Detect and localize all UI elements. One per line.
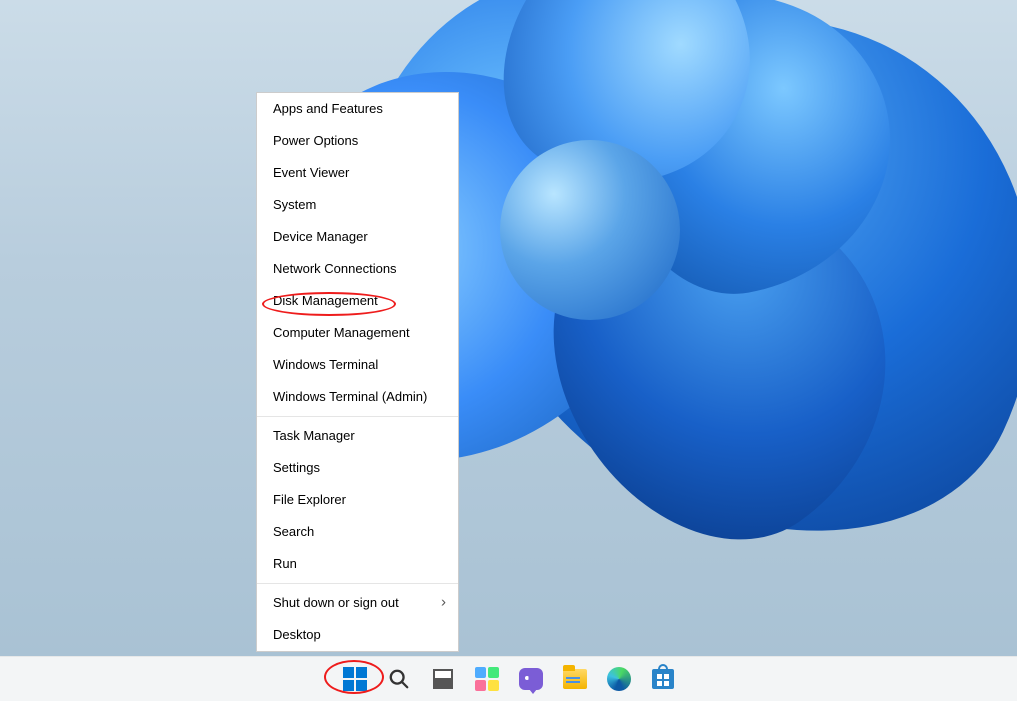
menu-item-system[interactable]: System — [257, 189, 458, 221]
menu-item-event-viewer[interactable]: Event Viewer — [257, 157, 458, 189]
start-context-menu[interactable]: Apps and FeaturesPower OptionsEvent View… — [256, 92, 459, 652]
search-button[interactable] — [386, 666, 412, 692]
menu-item-windows-terminal[interactable]: Windows Terminal — [257, 349, 458, 381]
menu-item-file-explorer[interactable]: File Explorer — [257, 484, 458, 516]
menu-separator — [257, 583, 458, 584]
desktop-wallpaper — [0, 0, 1017, 656]
menu-item-task-manager[interactable]: Task Manager — [257, 420, 458, 452]
edge-button[interactable] — [606, 666, 632, 692]
menu-item-network-connections[interactable]: Network Connections — [257, 253, 458, 285]
edge-icon — [607, 667, 631, 691]
menu-item-computer-management[interactable]: Computer Management — [257, 317, 458, 349]
windows-start-icon — [343, 667, 367, 691]
widgets-icon — [475, 667, 499, 691]
menu-item-settings[interactable]: Settings — [257, 452, 458, 484]
menu-item-disk-management[interactable]: Disk Management — [257, 285, 458, 317]
start-button[interactable] — [342, 666, 368, 692]
menu-item-shutdown-signout[interactable]: Shut down or sign out — [257, 587, 458, 619]
menu-item-desktop[interactable]: Desktop — [257, 619, 458, 651]
menu-item-device-manager[interactable]: Device Manager — [257, 221, 458, 253]
store-icon — [652, 669, 674, 689]
store-button[interactable] — [650, 666, 676, 692]
menu-item-search[interactable]: Search — [257, 516, 458, 548]
task-view-button[interactable] — [430, 666, 456, 692]
search-icon — [388, 668, 410, 690]
file-explorer-icon — [563, 669, 587, 689]
menu-item-apps-and-features[interactable]: Apps and Features — [257, 93, 458, 125]
chat-button[interactable] — [518, 666, 544, 692]
file-explorer-button[interactable] — [562, 666, 588, 692]
taskbar — [0, 656, 1017, 701]
widgets-button[interactable] — [474, 666, 500, 692]
menu-item-run[interactable]: Run — [257, 548, 458, 580]
chat-icon — [519, 668, 543, 690]
menu-separator — [257, 416, 458, 417]
task-view-icon — [433, 669, 453, 689]
menu-item-windows-terminal-admin[interactable]: Windows Terminal (Admin) — [257, 381, 458, 413]
menu-item-power-options[interactable]: Power Options — [257, 125, 458, 157]
